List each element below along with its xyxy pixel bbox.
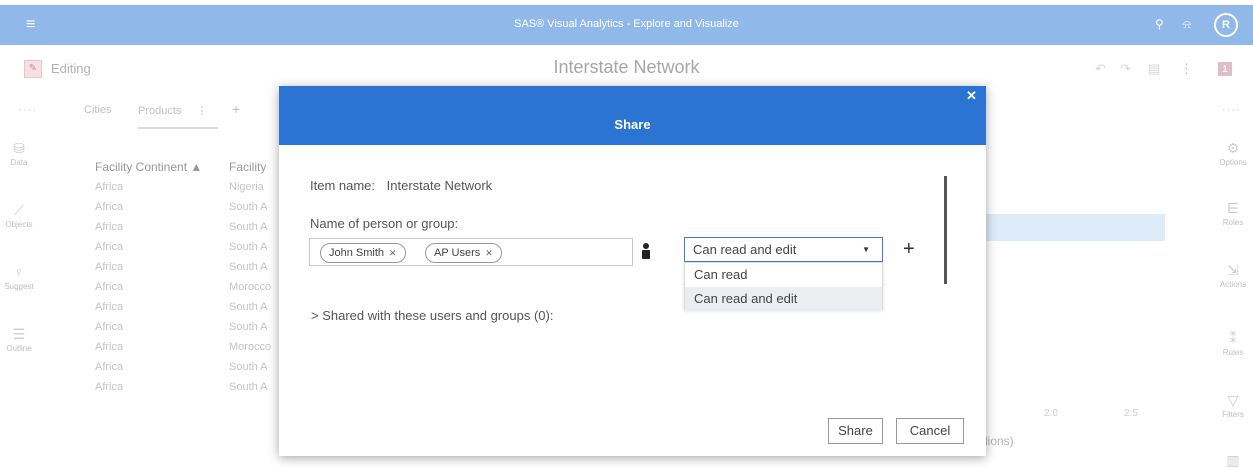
share-dialog: Share ✕ Item name: Interstate Network Na… [279,86,986,456]
permission-select[interactable]: Can read and edit ▼ [684,237,883,262]
chip-john-smith[interactable]: John Smith ✕ [320,243,406,263]
item-name-value: Interstate Network [386,178,493,193]
user-picker-icon[interactable] [641,243,651,259]
notifications-icon[interactable]: ⍾ [1183,17,1191,31]
chip-remove-icon[interactable]: ✕ [485,248,493,258]
person-group-label: Name of person or group: [310,216,459,231]
chip-remove-icon[interactable]: ✕ [389,248,397,258]
dialog-title: Share [614,117,651,132]
item-name-row: Item name: Interstate Network [310,178,492,193]
chip-label: John Smith [329,247,385,259]
permission-dropdown: Can read Can read and edit [684,262,883,311]
app-title: SAS® Visual Analytics - Explore and Visu… [514,18,739,30]
option-can-read-and-edit[interactable]: Can read and edit [685,287,882,311]
item-name-label: Item name: [310,178,376,193]
chip-label: AP Users [434,247,481,259]
dialog-scrollbar[interactable] [944,176,947,284]
user-avatar[interactable]: R [1214,13,1238,37]
app-bar: ≡ SAS® Visual Analytics - Explore and Vi… [0,5,1253,45]
cancel-button[interactable]: Cancel [896,418,964,444]
option-can-read[interactable]: Can read [685,263,882,287]
search-icon[interactable]: ⚲ [1155,17,1164,31]
shared-users-toggle[interactable]: > Shared with these users and groups (0)… [311,308,553,323]
permission-selected-value: Can read and edit [693,242,797,257]
person-group-input[interactable]: John Smith ✕ AP Users ✕ [309,238,633,266]
dialog-header: Share ✕ [279,86,986,145]
chip-ap-users[interactable]: AP Users ✕ [425,243,502,263]
share-button[interactable]: Share [828,418,883,444]
close-icon[interactable]: ✕ [966,88,977,104]
add-share-icon[interactable]: + [903,238,915,261]
chevron-down-icon: ▼ [862,245,870,254]
